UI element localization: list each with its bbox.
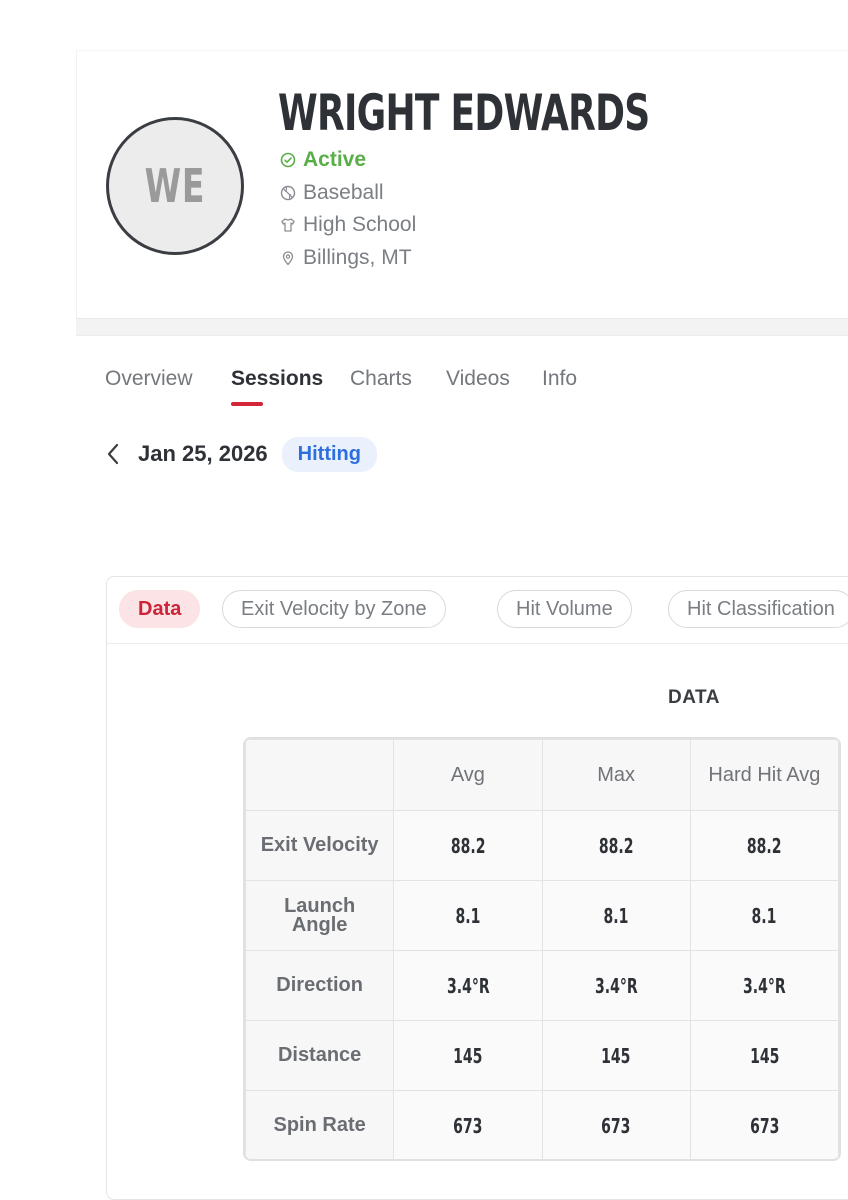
table-cell: 8.1 — [541, 880, 691, 951]
table-row: Exit Velocity 88.2 88.2 88.2 — [245, 810, 839, 881]
metrics-table-container: Avg Max Hard Hit Avg Exit Velocity 88.2 … — [243, 737, 841, 1161]
sport-text: Baseball — [303, 181, 384, 204]
chip-hit-volume[interactable]: Hit Volume — [497, 590, 632, 628]
back-button[interactable] — [100, 438, 126, 470]
athlete-name: WRIGHT EDWARDS — [278, 84, 650, 142]
corner-cell — [245, 739, 395, 811]
table-cell: 145 — [393, 1020, 543, 1091]
table-row: Spin Rate 673 673 673 — [245, 1090, 839, 1159]
location-pin-icon — [282, 251, 294, 266]
table-row: Distance 145 145 145 — [245, 1020, 839, 1091]
row-label-exit-velocity: Exit Velocity — [245, 810, 395, 881]
column-header-hard-hit-avg: Hard Hit Avg — [689, 739, 839, 811]
location-text: Billings, MT — [303, 246, 412, 269]
table-cell: 8.1 — [689, 880, 839, 951]
tab-overview[interactable]: Overview — [105, 367, 193, 391]
status-text: Active — [303, 148, 367, 171]
chevron-left-icon — [107, 443, 119, 465]
table-row: Direction 3.4°R 3.4°R 3.4°R — [245, 950, 839, 1021]
table-row: Launch Angle 8.1 8.1 8.1 — [245, 880, 839, 951]
table-cell: 88.2 — [393, 810, 543, 881]
session-date: Jan 25, 2026 — [138, 441, 268, 466]
view-chip-bar[interactable]: Data Exit Velocity by Zone Hit Volume Hi… — [107, 577, 848, 644]
active-tab-indicator — [231, 402, 263, 406]
table-cell: 88.2 — [541, 810, 691, 881]
sport-row: Baseball — [280, 181, 384, 205]
row-label-launch-angle: Launch Angle — [245, 880, 395, 951]
chip-exit-velocity-by-zone[interactable]: Exit Velocity by Zone — [222, 590, 446, 628]
table-cell: 3.4°R — [541, 950, 691, 1021]
table-cell: 3.4°R — [393, 950, 543, 1021]
data-table-title: DATA — [668, 687, 720, 708]
row-label-direction: Direction — [245, 950, 395, 1021]
table-cell: 145 — [541, 1020, 691, 1091]
metrics-table: Avg Max Hard Hit Avg Exit Velocity 88.2 … — [245, 739, 839, 1159]
tab-sessions[interactable]: Sessions — [231, 367, 323, 391]
row-label-distance: Distance — [245, 1020, 395, 1091]
chip-data[interactable]: Data — [119, 590, 201, 628]
avatar: WE — [106, 117, 244, 255]
avatar-initials: WE — [144, 159, 206, 213]
table-cell: 673 — [541, 1090, 691, 1159]
tab-videos[interactable]: Videos — [446, 367, 510, 391]
baseball-icon — [280, 185, 296, 201]
column-header-avg: Avg — [393, 739, 543, 811]
table-cell: 88.2 — [689, 810, 839, 881]
session-type-badge: Hitting — [281, 436, 377, 472]
jersey-icon — [281, 218, 295, 232]
table-header-row: Avg Max Hard Hit Avg — [245, 739, 839, 811]
row-label-spin-rate: Spin Rate — [245, 1090, 395, 1159]
table-cell: 673 — [689, 1090, 839, 1159]
status-row: Active — [280, 148, 366, 172]
level-row: High School — [280, 213, 416, 237]
column-header-max: Max — [541, 739, 691, 811]
check-circle-icon — [280, 152, 296, 168]
tab-info[interactable]: Info — [542, 367, 577, 391]
tab-charts[interactable]: Charts — [350, 367, 412, 391]
location-row: Billings, MT — [280, 246, 412, 270]
table-cell: 3.4°R — [689, 950, 839, 1021]
table-cell: 145 — [689, 1020, 839, 1091]
section-divider — [76, 318, 848, 336]
table-cell: 8.1 — [393, 880, 543, 951]
level-text: High School — [303, 213, 417, 236]
chip-hit-classification[interactable]: Hit Classification — [668, 590, 848, 628]
session-header: Jan 25, 2026 Hitting — [100, 436, 377, 472]
table-cell: 673 — [393, 1090, 543, 1159]
